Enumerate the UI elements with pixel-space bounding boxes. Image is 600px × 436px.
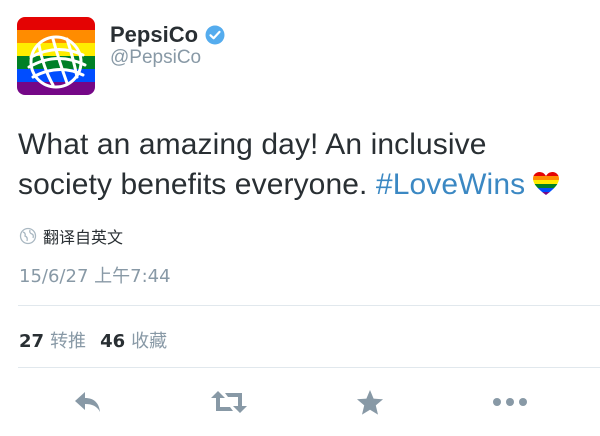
tweet-stats: 27 转推 46 收藏 xyxy=(19,327,181,353)
tweet-timestamp: 15/6/27 上午7:44 xyxy=(19,266,171,287)
display-name[interactable]: PepsiCo xyxy=(110,22,198,48)
user-handle[interactable]: @PepsiCo xyxy=(110,47,201,69)
more-icon xyxy=(493,398,527,406)
retweets-count[interactable]: 27 xyxy=(19,331,44,352)
reply-icon xyxy=(75,392,100,412)
favorites-count[interactable]: 46 xyxy=(100,331,125,352)
retweets-label[interactable]: 转推 xyxy=(50,327,86,353)
tweet-actions xyxy=(0,384,600,424)
more-button[interactable] xyxy=(488,384,532,420)
tweet-text: What an amazing day! An inclusive societ… xyxy=(18,125,588,205)
translate-label[interactable]: 翻译自英文 xyxy=(43,224,123,248)
favorites-label[interactable]: 收藏 xyxy=(131,327,167,353)
translate-link[interactable]: 翻译自英文 xyxy=(19,224,123,248)
favorite-star-icon xyxy=(357,389,383,415)
retweet-button[interactable] xyxy=(207,384,251,420)
divider xyxy=(18,367,600,368)
rainbow-heart-icon xyxy=(533,172,560,195)
avatar[interactable] xyxy=(17,17,95,95)
globe-icon xyxy=(19,227,37,245)
pepsico-rainbow-globe-logo-icon xyxy=(17,17,95,95)
hashtag-link[interactable]: #LoveWins xyxy=(376,168,525,201)
favorite-button[interactable] xyxy=(348,384,392,420)
user-name-row[interactable]: PepsiCo xyxy=(110,22,225,48)
reply-button[interactable] xyxy=(66,384,110,420)
divider xyxy=(18,305,600,306)
retweet-icon xyxy=(211,391,247,413)
verified-badge-icon xyxy=(205,25,225,45)
